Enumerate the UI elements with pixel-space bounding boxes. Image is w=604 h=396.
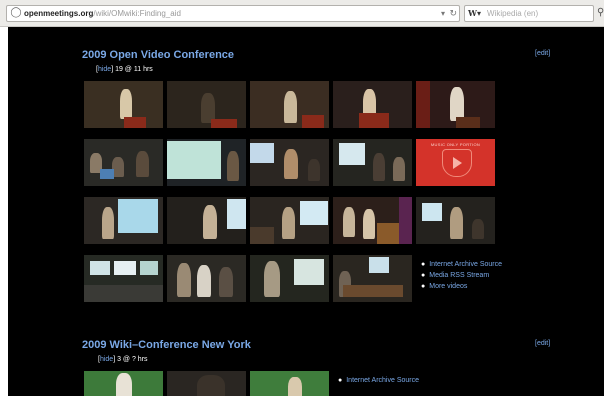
video-thumbnail[interactable] (167, 371, 246, 396)
video-thumbnail[interactable] (167, 255, 246, 302)
video-thumbnail[interactable] (167, 81, 246, 128)
url-path: /wiki/OMwiki:Finding_aid (93, 9, 181, 18)
video-thumbnail[interactable] (250, 81, 329, 128)
search-engine-letter: W (468, 8, 477, 18)
link-label: Media RSS Stream (429, 272, 490, 279)
site-identity-icon[interactable]: ◯ (10, 7, 22, 19)
thumbnail-caption: MUSIC ONLY PORTION (430, 142, 481, 147)
section-title[interactable]: 2009 Wiki–Conference New York (82, 339, 251, 351)
browser-toolbar: ◯ openmeetings.org/wiki/OMwiki:Finding_a… (0, 0, 604, 27)
section-summary: 3 @ ? hrs (117, 356, 148, 363)
video-thumbnail[interactable] (333, 81, 412, 128)
link-label: Internet Archive Source (429, 261, 502, 268)
hide-link[interactable]: hide (98, 66, 111, 73)
edit-link[interactable]: [edit] (535, 340, 550, 347)
search-bar[interactable]: W▾ Wikipedia (en) (464, 5, 594, 22)
video-thumbnail[interactable] (167, 139, 246, 186)
link-label: Internet Archive Source (346, 377, 419, 384)
video-thumbnail[interactable] (333, 255, 412, 302)
play-badge-icon (442, 149, 472, 177)
wikipedia-engine-icon[interactable]: W▾ (468, 7, 481, 20)
link-label: More videos (429, 283, 468, 290)
section-title[interactable]: 2009 Open Video Conference (82, 49, 234, 61)
video-thumbnail[interactable] (250, 139, 329, 186)
section-links: ● Internet Archive Source (338, 375, 419, 386)
link-internet-archive-source[interactable]: ● Internet Archive Source (421, 259, 502, 270)
video-thumbnail[interactable] (84, 139, 163, 186)
url-text[interactable]: openmeetings.org/wiki/OMwiki:Finding_aid (24, 7, 181, 20)
video-thumbnail[interactable] (250, 371, 329, 396)
video-thumbnail[interactable] (333, 139, 412, 186)
url-dropdown-icon[interactable]: ▾ (441, 7, 445, 20)
video-thumbnail[interactable] (167, 197, 246, 244)
section-links: ● Internet Archive Source ● Media RSS Stre… (421, 259, 502, 292)
video-thumbnail[interactable] (84, 197, 163, 244)
search-placeholder: Wikipedia (en) (487, 9, 539, 18)
video-thumbnail[interactable] (333, 197, 412, 244)
link-media-rss-stream[interactable]: ● Media RSS Stream (421, 270, 502, 281)
video-thumbnail[interactable] (84, 371, 163, 396)
search-icon[interactable]: ⚲ (597, 5, 604, 20)
section-meta: [hide] 3 @ ? hrs (98, 356, 148, 363)
section-summary: 19 @ 11 hrs (115, 66, 153, 73)
url-bar[interactable]: ◯ openmeetings.org/wiki/OMwiki:Finding_a… (6, 5, 460, 22)
reload-icon[interactable]: ↻ (449, 7, 457, 20)
video-thumbnail-music-only[interactable]: MUSIC ONLY PORTION (416, 139, 495, 186)
video-thumbnail[interactable] (84, 255, 163, 302)
link-more-videos[interactable]: ● More videos (421, 281, 502, 292)
url-domain: openmeetings.org (24, 9, 94, 18)
hide-link[interactable]: hide (100, 356, 113, 363)
video-thumbnail[interactable] (416, 81, 495, 128)
video-thumbnail[interactable] (250, 255, 329, 302)
video-thumbnail[interactable] (416, 197, 495, 244)
section-meta: [hide] 19 @ 11 hrs (96, 66, 153, 73)
link-internet-archive-source[interactable]: ● Internet Archive Source (338, 375, 419, 386)
edit-link[interactable]: [edit] (535, 50, 550, 57)
page-content: 2009 Open Video Conference [edit] [hide]… (8, 27, 604, 396)
video-thumbnail[interactable] (250, 197, 329, 244)
video-thumbnail[interactable] (84, 81, 163, 128)
